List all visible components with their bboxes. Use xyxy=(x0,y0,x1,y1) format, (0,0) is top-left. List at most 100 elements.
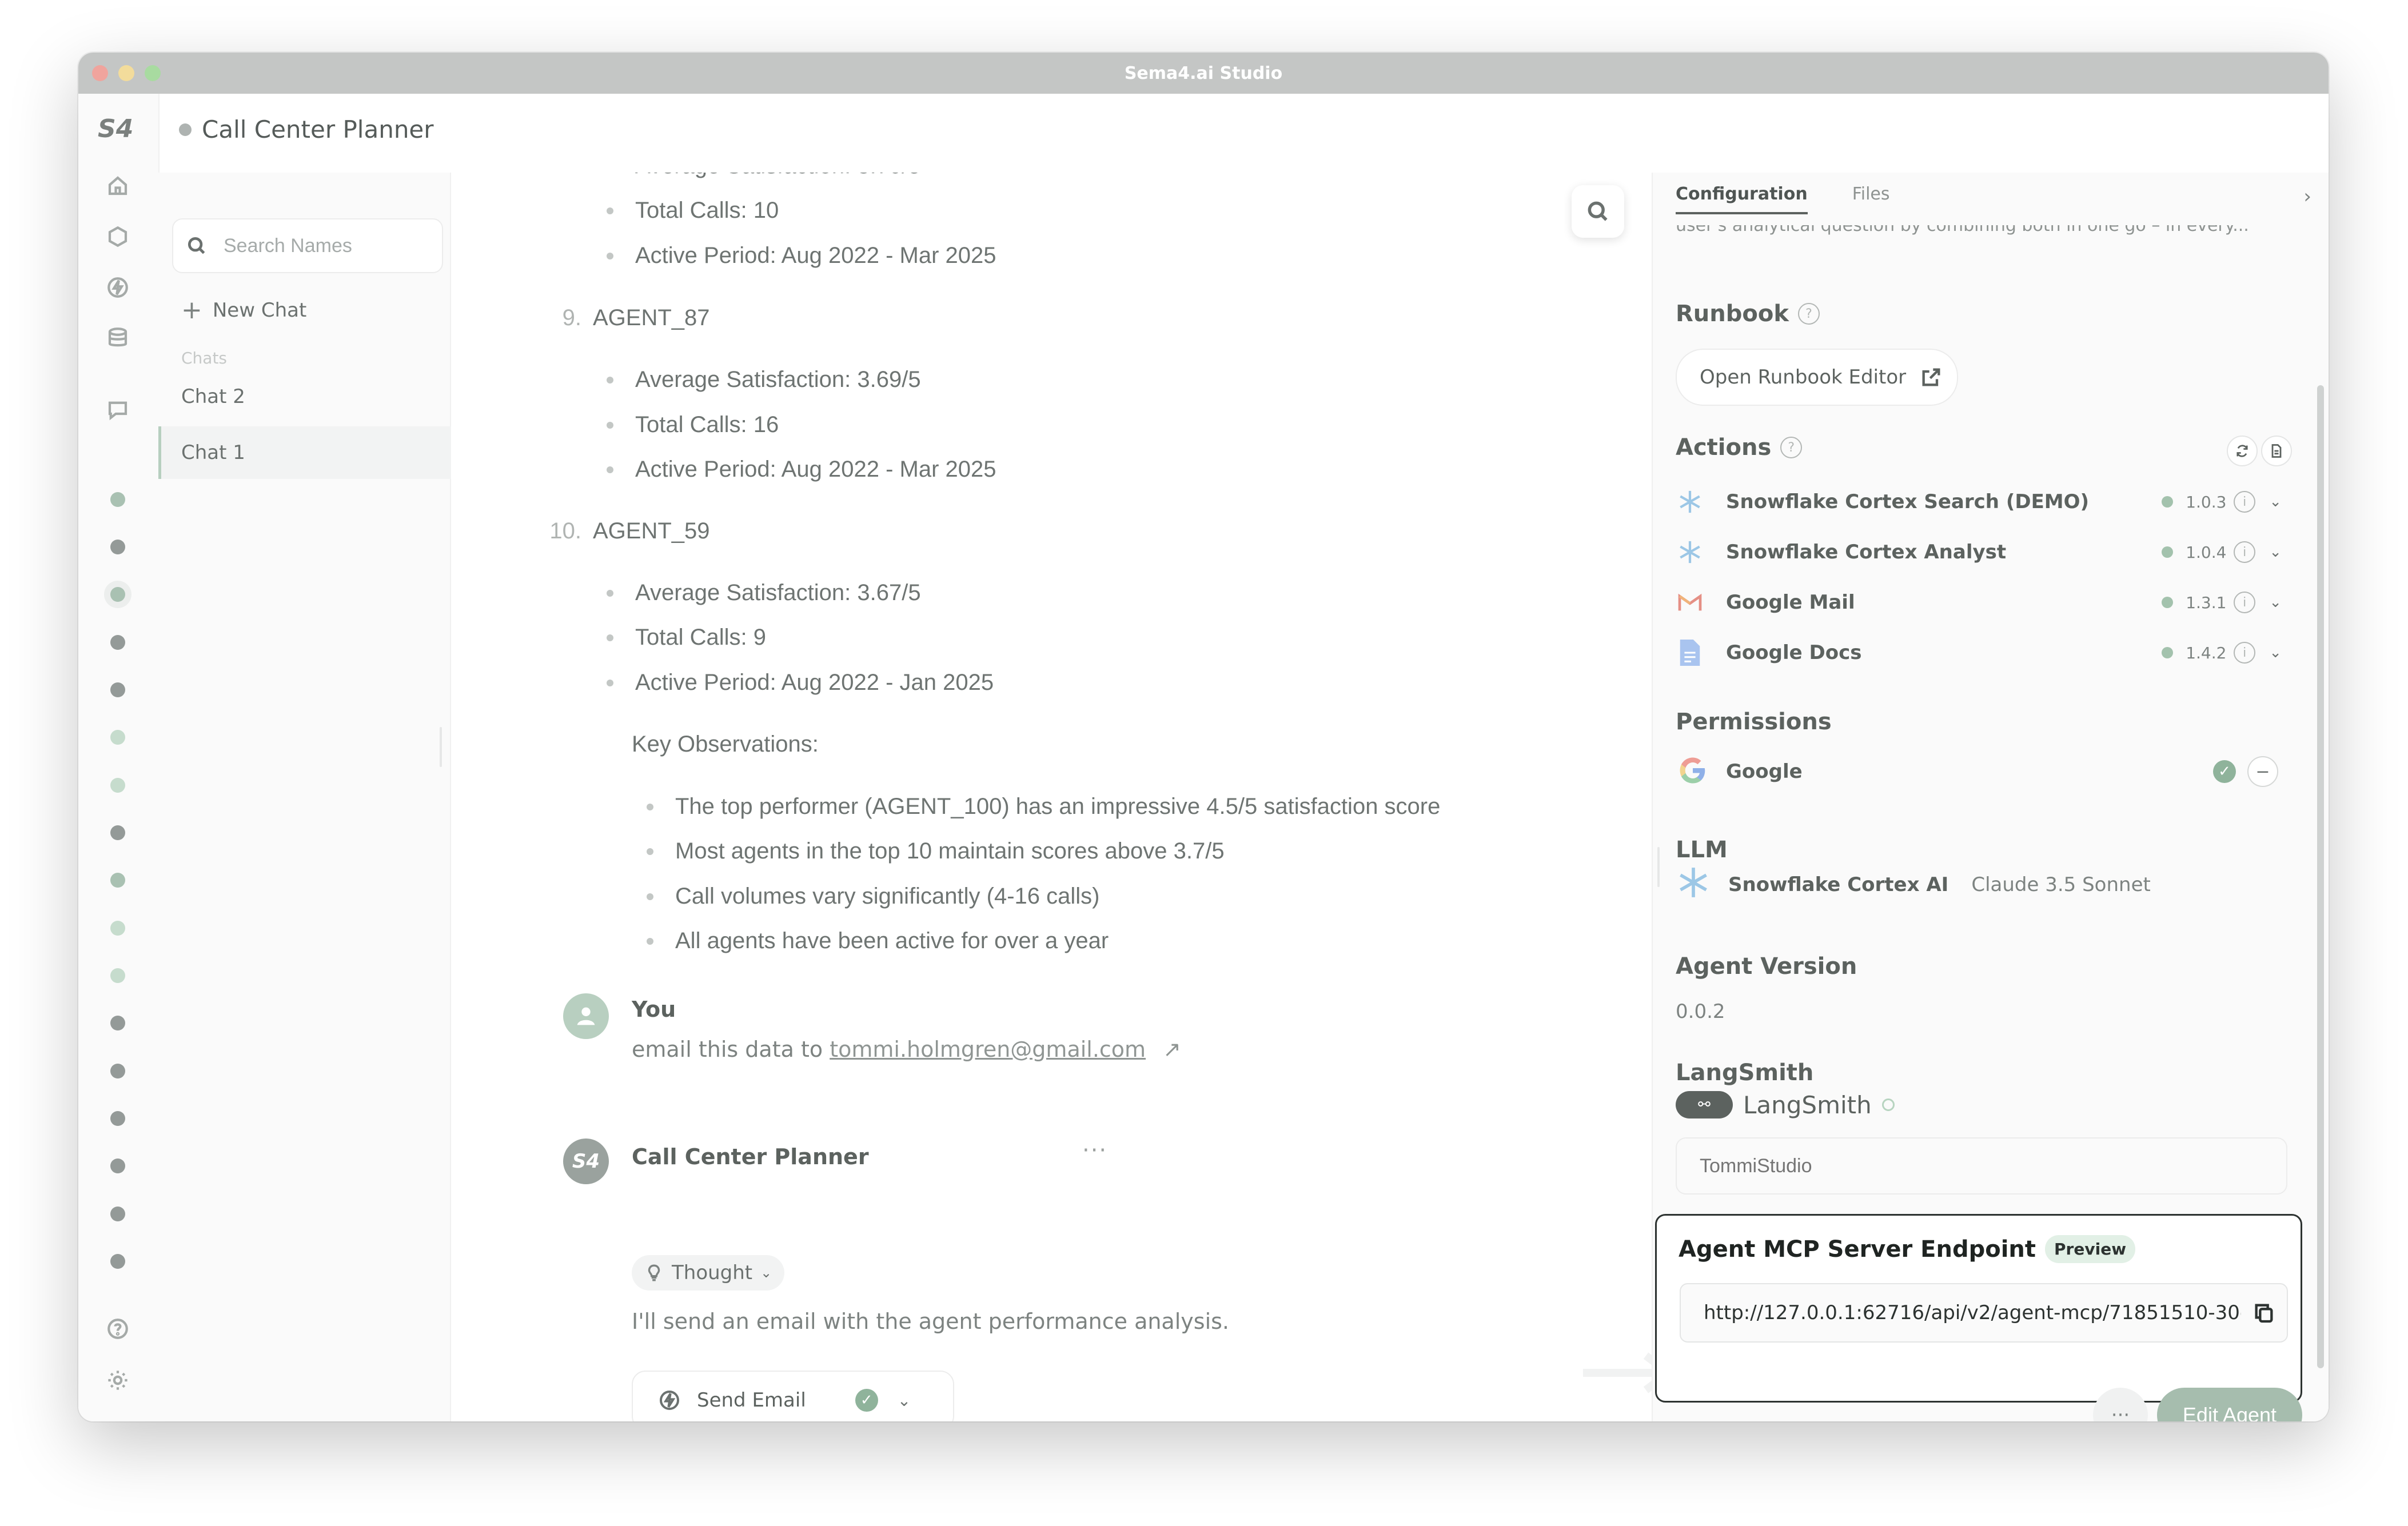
chat-item-chat-2[interactable]: Chat 2 xyxy=(158,370,450,423)
tab-files[interactable]: Files xyxy=(1852,184,1890,214)
chat-icon[interactable] xyxy=(105,397,131,423)
title-bar: Sema4.ai Studio xyxy=(78,53,2329,94)
panel-scrollbar[interactable] xyxy=(2317,385,2324,1368)
help-icon[interactable] xyxy=(105,1316,131,1342)
runbook-heading: Runbook ? xyxy=(1676,301,1820,327)
info-icon[interactable]: i xyxy=(2234,541,2256,563)
agent-dot[interactable] xyxy=(110,825,125,840)
gmail-icon xyxy=(1676,588,1704,617)
document-actions-button[interactable] xyxy=(2261,436,2292,466)
agent-dot[interactable] xyxy=(110,492,125,507)
document-icon xyxy=(2271,444,2282,458)
user-message-text: email this data to tommi.holmgren@gmail.… xyxy=(632,1037,1181,1062)
agent-dot[interactable] xyxy=(110,587,125,602)
help-icon[interactable]: ? xyxy=(1797,303,1820,325)
list-item: Active Period: Aug 2022 - Mar 2025 xyxy=(607,457,996,482)
tab-configuration[interactable]: Configuration xyxy=(1676,184,1808,214)
agent-dot[interactable] xyxy=(110,682,125,697)
chevron-down-icon: ⌄ xyxy=(760,1265,772,1281)
agent-dot[interactable] xyxy=(110,1016,125,1030)
search-names-input[interactable] xyxy=(222,234,442,258)
agent-dot[interactable] xyxy=(110,1254,125,1269)
user-avatar xyxy=(563,993,609,1039)
agent-dot[interactable] xyxy=(110,1207,125,1221)
nav-rail: S4 xyxy=(78,94,160,1421)
langsmith-project-input[interactable] xyxy=(1699,1154,2261,1178)
agent-dot[interactable] xyxy=(110,1111,125,1126)
action-item-snowflake-cortex-search[interactable]: Snowflake Cortex Search (DEMO) 1.0.3 i ⌄ xyxy=(1676,481,2282,522)
search-conversation-button[interactable] xyxy=(1572,185,1624,238)
open-runbook-editor-button[interactable]: Open Runbook Editor xyxy=(1676,349,1958,406)
action-item-snowflake-cortex-analyst[interactable]: Snowflake Cortex Analyst 1.0.4 i ⌄ xyxy=(1676,532,2282,573)
agent-dot[interactable] xyxy=(110,730,125,745)
chat-item-label: Chat 2 xyxy=(181,385,245,408)
agents-icon[interactable] xyxy=(105,223,131,250)
message-more-button[interactable]: ··· xyxy=(1082,1137,1107,1164)
permission-google[interactable]: Google ✓ − xyxy=(1676,750,2282,793)
conversation-area: Average Satisfaction: 3.70/5 Total Calls… xyxy=(451,173,1652,1421)
profile-icon[interactable] xyxy=(105,1419,131,1421)
search-names-box[interactable] xyxy=(172,218,443,273)
langsmith-project-field[interactable] xyxy=(1676,1137,2287,1195)
revoke-permission-button[interactable]: − xyxy=(2247,756,2278,787)
list-item: Total Calls: 9 xyxy=(607,625,766,650)
observations-heading: Key Observations: xyxy=(632,732,819,757)
granted-check-icon: ✓ xyxy=(2213,760,2236,783)
agent-version-value: 0.0.2 xyxy=(1676,1000,1725,1023)
chevron-down-icon[interactable]: ⌄ xyxy=(2269,493,2282,510)
status-dot xyxy=(2162,647,2174,658)
send-email-tool-card[interactable]: Send Email ✓ ⌄ xyxy=(632,1371,954,1421)
llm-config[interactable]: Snowflake Cortex AI Claude 3.5 Sonnet xyxy=(1676,864,2151,905)
copy-icon[interactable] xyxy=(2252,1301,2275,1324)
agent-dot[interactable] xyxy=(110,1159,125,1173)
maximize-window-button[interactable] xyxy=(145,65,161,81)
info-icon[interactable]: i xyxy=(2234,491,2256,513)
minimize-window-button[interactable] xyxy=(118,65,134,81)
info-icon[interactable]: i xyxy=(2234,592,2256,613)
chat-item-chat-1[interactable]: Chat 1 xyxy=(158,426,453,479)
action-item-google-mail[interactable]: Google Mail 1.3.1 i ⌄ xyxy=(1676,582,2282,623)
external-link-icon[interactable]: ↗ xyxy=(1163,1037,1181,1062)
langsmith-name: LangSmith xyxy=(1743,1090,1872,1119)
thought-toggle[interactable]: Thought ⌄ xyxy=(632,1255,785,1291)
window-controls xyxy=(92,65,161,81)
preview-badge: Preview xyxy=(2045,1235,2136,1263)
search-icon xyxy=(188,237,205,254)
new-chat-button[interactable]: + New Chat xyxy=(181,295,306,325)
agent-dot[interactable] xyxy=(110,921,125,936)
chevron-down-icon[interactable]: ⌄ xyxy=(898,1391,911,1410)
tool-label: Send Email xyxy=(697,1389,806,1412)
mcp-url-field[interactable]: http://127.0.0.1:62716/api/v2/agent-mcp/… xyxy=(1680,1283,2288,1343)
sidebar-resize-handle[interactable] xyxy=(440,727,442,767)
status-dot xyxy=(2162,597,2174,608)
action-version: 1.3.1 xyxy=(2186,593,2227,612)
home-icon[interactable] xyxy=(105,173,131,199)
agent-dot[interactable] xyxy=(110,1064,125,1078)
chevron-down-icon[interactable]: ⌄ xyxy=(2269,644,2282,661)
close-window-button[interactable] xyxy=(92,65,108,81)
agent-dot[interactable] xyxy=(110,968,125,983)
actions-icon[interactable] xyxy=(105,274,131,301)
agent-dot[interactable] xyxy=(110,540,125,554)
settings-icon[interactable] xyxy=(105,1367,131,1393)
runbook-title: Runbook xyxy=(1676,301,1789,327)
refresh-actions-button[interactable] xyxy=(2227,436,2258,466)
agent-dot[interactable] xyxy=(110,778,125,793)
help-icon[interactable]: ? xyxy=(1780,437,1803,458)
mcp-url: http://127.0.0.1:62716/api/v2/agent-mcp/… xyxy=(1704,1301,2241,1324)
data-icon[interactable] xyxy=(105,325,131,351)
list-item: Average Satisfaction: 3.67/5 xyxy=(607,580,921,606)
panel-resize-handle[interactable] xyxy=(1657,847,1660,887)
agent-dot[interactable] xyxy=(110,873,125,888)
chevron-right-icon[interactable]: › xyxy=(2303,185,2311,208)
edit-agent-button[interactable]: Edit Agent xyxy=(2157,1388,2302,1421)
action-item-google-docs[interactable]: Google Docs 1.4.2 i ⌄ xyxy=(1676,632,2282,673)
chevron-down-icon[interactable]: ⌄ xyxy=(2269,594,2282,611)
info-icon[interactable]: i xyxy=(2234,642,2256,664)
list-item: Active Period: Aug 2022 - Mar 2025 xyxy=(607,243,996,269)
app-logo: S4 xyxy=(98,114,134,143)
chevron-down-icon[interactable]: ⌄ xyxy=(2269,544,2282,561)
mcp-title-text: Agent MCP Server Endpoint xyxy=(1679,1236,2036,1263)
agent-dot[interactable] xyxy=(110,635,125,650)
email-link[interactable]: tommi.holmgren@gmail.com xyxy=(830,1037,1146,1062)
